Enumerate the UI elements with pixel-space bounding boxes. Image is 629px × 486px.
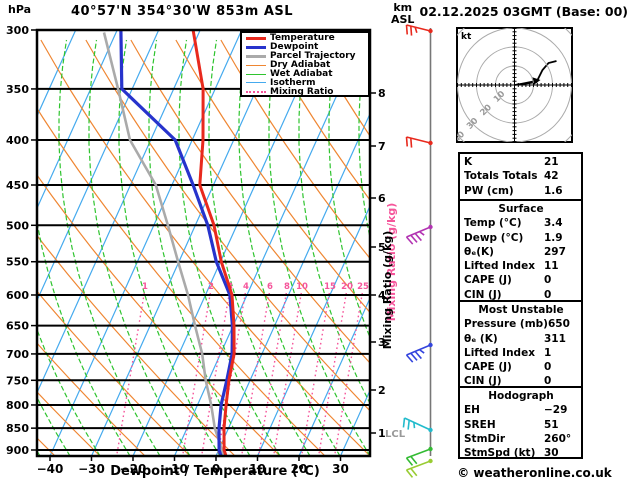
mixing-ratio-line-swatch xyxy=(246,90,266,93)
wet-adiabat-line-swatch xyxy=(246,73,266,75)
stat-row: CAPE (J) 0 xyxy=(464,274,552,287)
svg-text:2: 2 xyxy=(378,384,386,397)
svg-text:750: 750 xyxy=(6,374,29,387)
svg-text:20: 20 xyxy=(341,282,353,292)
stats-most-unstable-section: Most Unstable Pressure (mb) 650 θₑ (K) 311… xyxy=(458,300,583,388)
isotherm-line-swatch xyxy=(246,82,266,84)
run-date-label: 02.12.2025 03GMT (Base: 00) xyxy=(419,4,628,19)
svg-text:15: 15 xyxy=(324,282,336,292)
svg-text:8: 8 xyxy=(284,282,290,292)
stat-row: EH −29 xyxy=(464,404,568,417)
stat-row-k: K 21 xyxy=(464,156,559,168)
series-dewpoint xyxy=(119,30,234,456)
stats-indices-section: K 21 Totals Totals 42 PW (cm) 1.6 xyxy=(458,152,583,201)
svg-text:−40: −40 xyxy=(37,462,64,476)
svg-text:300: 300 xyxy=(6,24,29,37)
svg-text:550: 550 xyxy=(6,256,29,269)
svg-text:7: 7 xyxy=(378,140,386,153)
legend-box: Temperature Dewpoint Parcel Trajectory D… xyxy=(240,31,370,97)
svg-text:400: 400 xyxy=(6,134,29,147)
page-title: 40°57'N 354°30'W 853m ASL xyxy=(70,4,294,19)
svg-text:10: 10 xyxy=(296,282,308,292)
svg-text:900: 900 xyxy=(6,444,29,457)
stat-row: StmSpd (kt) 30 xyxy=(464,447,559,460)
stat-row: θₑ (K) 311 xyxy=(464,332,566,345)
pressure-axis-unit: hPa xyxy=(8,3,32,16)
x-axis-title: Dewpoint / Temperature (°C) xyxy=(110,464,320,479)
pressure-axis-labels: 300 350 400 450 500 550 600 650 700 750 800 850 900 xyxy=(6,24,37,457)
parcel-line-swatch xyxy=(246,54,266,58)
wind-barb xyxy=(405,446,433,466)
stat-row: SREH 51 xyxy=(464,418,559,431)
stat-row: Lifted Index 1 xyxy=(464,346,552,359)
stat-row: Pressure (mb) 650 xyxy=(464,318,570,331)
svg-text:LCL: LCL xyxy=(385,429,406,440)
stat-row: StmDir 260° xyxy=(464,432,572,445)
stats-hodograph-section: Hodograph EH −29 SREH 51 StmDir 260° StmSpd… xyxy=(458,386,583,459)
stat-row: Temp (°C) 3.4 xyxy=(464,217,563,230)
stat-row: CAPE (J) 0 xyxy=(464,361,552,374)
mixing-ratio-axis-label: Mixing Ratio (g/kg)Mixing Ratio (g/kg) xyxy=(381,203,398,350)
stats-surface-section: Surface Temp (°C) 3.4 Dewp (°C) 1.9 θₑ(K) 2… xyxy=(458,199,583,302)
dewpoint-line-swatch xyxy=(246,45,266,49)
skewt-sounding-page: 1 2 3 4 6 8 10 15 20 25 300 350 400 450 500 550 600 650 70… xyxy=(0,0,629,486)
svg-text:650: 650 xyxy=(6,320,29,333)
svg-text:500: 500 xyxy=(6,219,29,232)
svg-text:Mixing Ratio (g/kg): Mixing Ratio (g/kg) xyxy=(381,231,394,350)
svg-text:4: 4 xyxy=(243,282,249,292)
temperature-line-swatch xyxy=(246,36,266,40)
hodograph-unit-label: kt xyxy=(461,32,472,42)
svg-text:8: 8 xyxy=(378,87,386,100)
surface-header: Surface xyxy=(498,203,544,215)
svg-text:25: 25 xyxy=(357,282,369,292)
stat-row: θₑ(K) 297 xyxy=(464,245,566,258)
svg-text:450: 450 xyxy=(6,179,29,192)
stat-row-pw: PW (cm) 1.6 xyxy=(464,184,563,197)
wind-barb xyxy=(405,24,433,36)
svg-text:600: 600 xyxy=(6,289,29,302)
svg-text:2: 2 xyxy=(208,282,214,292)
svg-text:700: 700 xyxy=(6,348,29,361)
hodograph-header: Hodograph xyxy=(488,390,554,402)
copyright-footer: © weatheronline.co.uk xyxy=(457,466,612,480)
stat-row: Dewp (°C) 1.9 xyxy=(464,231,563,244)
wind-barb xyxy=(402,417,433,433)
svg-text:850: 850 xyxy=(6,422,29,435)
svg-text:6: 6 xyxy=(267,282,273,292)
svg-text:1: 1 xyxy=(142,282,148,292)
svg-text:800: 800 xyxy=(6,399,29,412)
legend-item-mixing-ratio: Mixing Ratio xyxy=(246,87,368,97)
wind-barb xyxy=(405,136,433,148)
most-unstable-header: Most Unstable xyxy=(478,304,564,316)
wind-barb xyxy=(405,224,433,245)
dry-adiabat-line-swatch xyxy=(246,64,266,66)
stat-row-totals: Totals Totals 42 xyxy=(464,170,559,183)
stat-row: Lifted Index 11 xyxy=(464,260,559,273)
svg-text:350: 350 xyxy=(6,83,29,96)
wind-barb xyxy=(405,342,433,363)
